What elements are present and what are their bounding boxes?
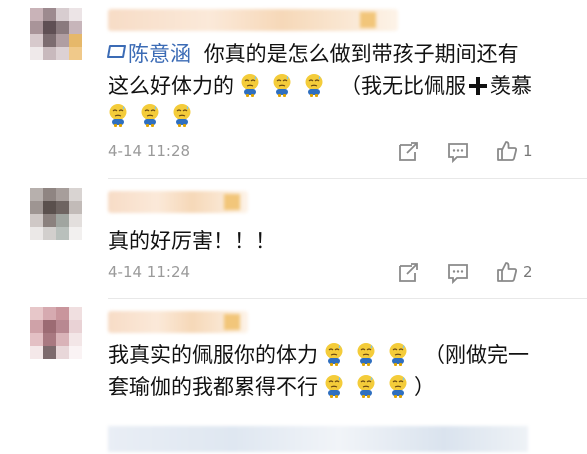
reply-preview-blurred[interactable]: [108, 426, 528, 452]
comment-text-line: 套瑜伽的我都累得不行）: [108, 374, 435, 399]
mention-link[interactable]: 陈意涵: [106, 42, 191, 66]
comment-text: 真的好厉害！！！: [108, 229, 276, 253]
comment-text: 陈意涵 你真的是怎么做到带孩子期间还有: [106, 38, 519, 70]
comment-icon[interactable]: [446, 261, 470, 285]
comment-item: 真的好厉害！！！ 4-14 11:24 2: [0, 179, 587, 299]
avatar[interactable]: [30, 8, 82, 60]
avatar[interactable]: [30, 188, 82, 240]
comment-timestamp: 4-14 11:28: [108, 142, 191, 160]
comment-item: 陈意涵 你真的是怎么做到带孩子期间还有 这么好体力的 （我无比佩服 羡慕 4-14 …: [0, 0, 587, 178]
sweat-emoji-icon: [108, 103, 128, 127]
comment-text: 我真实的佩服你的体力 （刚做完一: [108, 342, 529, 367]
comment-timestamp: 4-14 11:24: [108, 263, 191, 281]
sweat-emoji-icon: [304, 73, 324, 97]
sweat-emoji-icon: [324, 374, 344, 398]
repost-icon[interactable]: [397, 139, 421, 163]
diamond-icon: [106, 45, 127, 58]
sweat-emoji-icon: [388, 342, 408, 366]
username-blurred[interactable]: [108, 311, 248, 333]
comment-emoji-line: [108, 100, 198, 132]
sweat-emoji-icon: [240, 73, 260, 97]
repost-icon[interactable]: [397, 260, 421, 284]
sweat-emoji-icon: [140, 103, 160, 127]
avatar[interactable]: [30, 307, 82, 359]
like-count: 1: [523, 142, 533, 160]
like-count: 2: [523, 263, 533, 281]
comment-icon[interactable]: [446, 140, 470, 164]
sweat-emoji-icon: [356, 342, 376, 366]
plus-icon: [469, 77, 487, 95]
sweat-emoji-icon: [388, 374, 408, 398]
sweat-emoji-icon: [272, 73, 292, 97]
username-blurred[interactable]: [108, 9, 398, 31]
thumbs-up-icon[interactable]: [495, 260, 519, 284]
comment-item: 我真实的佩服你的体力 （刚做完一 套瑜伽的我都累得不行）: [0, 299, 587, 454]
comment-text-line: 这么好体力的 （我无比佩服 羡慕: [108, 73, 532, 98]
username-blurred[interactable]: [108, 191, 248, 213]
thumbs-up-icon[interactable]: [495, 139, 519, 163]
sweat-emoji-icon: [356, 374, 376, 398]
sweat-emoji-icon: [324, 342, 344, 366]
sweat-emoji-icon: [172, 103, 192, 127]
